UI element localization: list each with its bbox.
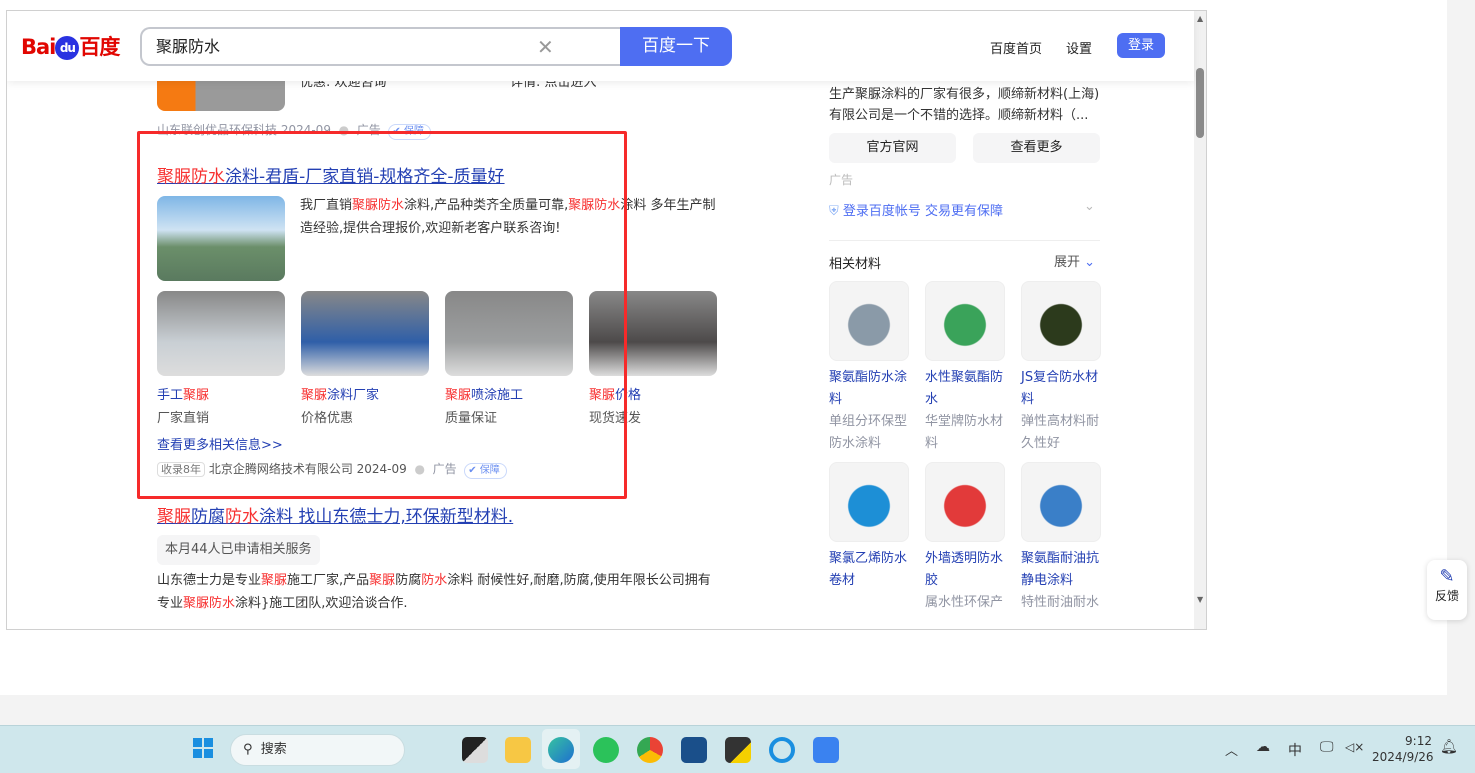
logo-paw-icon: du — [55, 36, 80, 60]
tray-chevron-icon[interactable]: ︿ — [1225, 740, 1238, 759]
ai-answer: 生产聚脲涂料的厂家有很多，顺缔新材料(上海)有限公司是一个不错的选择。顺缔新材料… — [829, 87, 1100, 123]
divider — [829, 240, 1100, 241]
sticky-notes-icon[interactable] — [725, 737, 751, 763]
feedback-button[interactable]: ✎ 反馈 — [1427, 560, 1467, 620]
material-card-title[interactable]: 水性聚氨酯防水 — [925, 367, 1007, 411]
material-card-image[interactable] — [1021, 281, 1101, 361]
chat-app-icon[interactable] — [769, 737, 795, 763]
expand-button[interactable]: 展开 ⌄ — [1054, 251, 1095, 270]
volume-muted-icon[interactable]: ◁× — [1345, 740, 1364, 754]
material-card-title[interactable]: 聚氨酯防水涂料 — [829, 367, 911, 411]
scroll-up-icon[interactable]: ▲ — [1197, 14, 1203, 23]
material-card-subtitle: 弹性高材料耐久性好 — [1021, 414, 1100, 451]
ime-indicator[interactable]: 中 — [1288, 740, 1302, 760]
official-site-button[interactable]: 官方官网 — [829, 133, 956, 163]
view-more-button[interactable]: 查看更多 — [973, 133, 1100, 163]
material-card-image[interactable] — [1021, 462, 1101, 542]
search-results-page: Bai du 百度 聚脲防水 ✕ 百度一下 百度首页 设置 登录 优惠: 欢迎咨询 … — [6, 10, 1207, 630]
material-card-title[interactable]: 聚氯乙烯防水卷材 — [829, 548, 911, 592]
chevron-down-icon: ⌄ — [1084, 255, 1096, 270]
text-segment: 防腐 — [191, 507, 225, 527]
feedback-label: 反馈 — [1434, 589, 1459, 603]
keyword-highlight: 防水 — [421, 573, 448, 588]
wechat-icon[interactable] — [593, 737, 619, 763]
next-result-title[interactable]: 聚脲防腐防水涂料 找山东德士力,环保新型材料. — [157, 502, 513, 527]
clock[interactable]: 9:12 2024/9/26 — [1372, 733, 1434, 765]
text-segment: 山东德士力是专业 — [157, 573, 262, 588]
material-card-subtitle: 属水性环保产 — [925, 595, 1004, 610]
keyword-highlight: 聚脲防水 — [183, 596, 236, 611]
material-card-title[interactable]: 聚氨酯耐油抗静电涂料 — [1021, 548, 1103, 592]
settings-link[interactable]: 设置 — [1066, 38, 1092, 57]
logo-text: Bai — [21, 35, 56, 59]
onedrive-offline-icon[interactable]: ☁ — [1256, 739, 1270, 755]
keyword-highlight: 聚脲 — [157, 507, 191, 527]
login-tip[interactable]: ⛨ 登录百度帐号 交易更有保障 — [829, 200, 1003, 219]
material-card-image[interactable] — [829, 281, 909, 361]
network-icon[interactable]: 🖵 — [1320, 739, 1334, 755]
material-card-image[interactable] — [925, 281, 1005, 361]
text-segment: 涂料}施工团队,欢迎洽谈合作. — [235, 596, 408, 611]
material-card-title[interactable]: JS复合防水材料 — [1021, 367, 1103, 411]
keyword-highlight: 防水 — [225, 507, 259, 527]
login-tip-text: 登录百度帐号 交易更有保障 — [842, 204, 1004, 219]
search-button[interactable]: 百度一下 — [620, 27, 732, 66]
next-result-description: 山东德士力是专业聚脲施工厂家,产品聚脲防腐防水涂料 耐候性好,耐磨,防腐,使用年… — [157, 569, 717, 615]
scrollbar[interactable]: ▲ ▼ — [1194, 11, 1206, 629]
expand-label: 展开 — [1054, 255, 1081, 270]
keyword-highlight: 聚脲 — [261, 573, 288, 588]
baidu-logo[interactable]: Bai du 百度 — [21, 31, 120, 61]
material-card-subtitle: 华堂牌防水材料 — [925, 414, 1004, 451]
material-card-title[interactable]: 外墙透明防水胶 — [925, 548, 1007, 592]
material-card-subtitle: 特性耐油耐水 — [1021, 595, 1100, 610]
date: 2024/9/26 — [1372, 750, 1434, 764]
app-icon[interactable] — [813, 737, 839, 763]
material-card-image[interactable] — [925, 462, 1005, 542]
taskbar: ⚲ 搜索 ︿ ☁ 中 🖵 ◁× 9:12 2024/9/26 🔔︎ — [0, 725, 1475, 773]
scrollbar-thumb[interactable] — [1196, 68, 1204, 138]
task-view-icon[interactable] — [462, 737, 488, 763]
search-icon: ⚲ — [243, 742, 253, 757]
text-segment: 施工厂家,产品 — [287, 573, 370, 588]
start-icon[interactable] — [193, 738, 213, 758]
edit-icon: ✎ — [1439, 566, 1455, 587]
chevron-down-icon[interactable]: ⌄ — [1084, 199, 1095, 214]
shield-icon: ⛨ — [829, 204, 839, 219]
text-segment: 防腐 — [395, 573, 422, 588]
edge-icon[interactable] — [548, 737, 574, 763]
chrome-icon[interactable] — [637, 737, 663, 763]
notification-bell-icon[interactable]: 🔔︎ — [1440, 739, 1458, 755]
home-link[interactable]: 百度首页 — [990, 38, 1042, 57]
apply-count-tag: 本月44人已申请相关服务 — [157, 535, 320, 565]
sidebar-ad-label: 广告 — [829, 173, 854, 187]
store-icon[interactable] — [681, 737, 707, 763]
clear-icon[interactable]: ✕ — [537, 35, 554, 59]
material-card-image[interactable] — [829, 462, 909, 542]
keyword-highlight: 聚脲 — [369, 573, 396, 588]
taskbar-search-label: 搜索 — [260, 742, 287, 757]
highlight-box — [137, 131, 627, 499]
file-explorer-icon[interactable] — [505, 737, 531, 763]
text-segment: 涂料 找山东德士力,环保新型材料. — [259, 507, 514, 527]
taskbar-search[interactable]: ⚲ 搜索 — [230, 734, 405, 766]
logo-cn: 百度 — [79, 35, 120, 59]
header: Bai du 百度 聚脲防水 ✕ 百度一下 百度首页 设置 登录 — [7, 11, 1194, 81]
scroll-down-icon[interactable]: ▼ — [1197, 595, 1203, 604]
time: 9:12 — [1405, 734, 1432, 748]
related-title: 相关材料 — [829, 257, 882, 272]
material-card-subtitle: 单组分环保型防水涂料 — [829, 414, 908, 451]
login-button[interactable]: 登录 — [1117, 33, 1165, 58]
